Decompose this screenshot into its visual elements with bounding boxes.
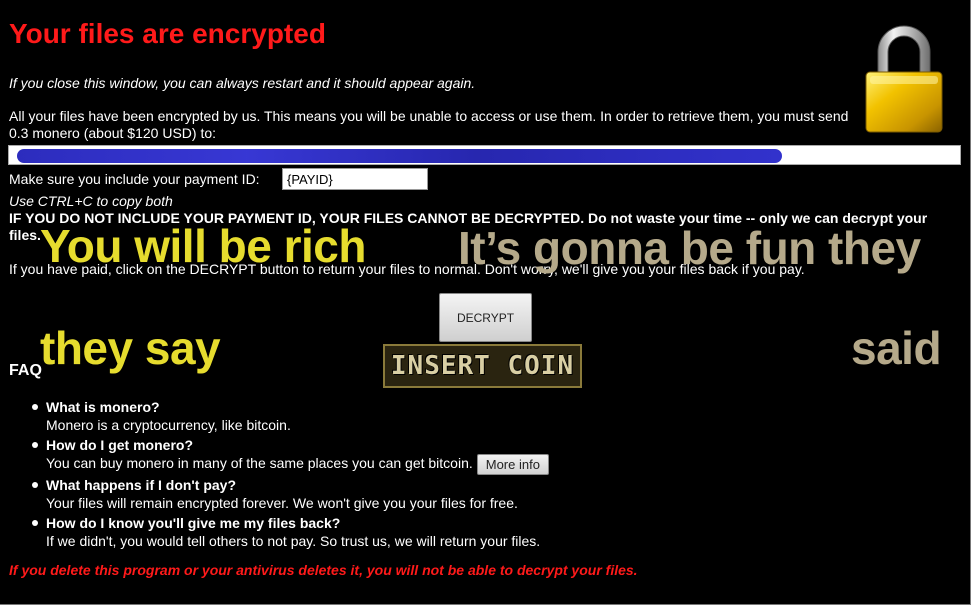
faq-answer: Monero is a cryptocurrency, like bitcoin…: [46, 417, 291, 433]
faq-item: What happens if I don't pay? Your files …: [28, 476, 549, 513]
intro-text: All your files have been encrypted by us…: [9, 108, 849, 141]
meme-caption-line-1: You will be rich: [40, 220, 366, 272]
padlock-icon: [865, 25, 943, 133]
payment-id-field[interactable]: [282, 168, 428, 190]
faq-answer-row: You can buy monero in many of the same p…: [46, 454, 549, 475]
faq-answer: If we didn't, you would tell others to n…: [46, 533, 541, 549]
close-note: If you close this window, you can always…: [9, 75, 476, 91]
faq-item: How do I get monero? You can buy monero …: [28, 436, 549, 475]
faq-item: How do I know you'll give me my files ba…: [28, 514, 549, 551]
decrypt-button[interactable]: DECRYPT: [439, 293, 532, 342]
bullet-icon: [32, 442, 38, 448]
faq-question: What happens if I don't pay?: [46, 477, 236, 493]
meme-caption-line-3: It’s gonna be fun they: [458, 222, 921, 274]
redacted-address-scribble: [17, 149, 782, 163]
wallet-address-field[interactable]: [8, 145, 961, 165]
faq-answer: Your files will remain encrypted forever…: [46, 495, 518, 511]
meme-caption-line-2: they say: [40, 322, 221, 374]
delete-warning: If you delete this program or your antiv…: [9, 562, 638, 578]
payment-id-label: Make sure you include your payment ID:: [9, 171, 260, 187]
faq-heading: FAQ: [9, 362, 42, 379]
faq-question: What is monero?: [46, 399, 160, 415]
insert-coin-banner: INSERT COIN: [383, 344, 582, 388]
faq-question: How do I get monero?: [46, 437, 193, 453]
ransom-window: Your files are encrypted If you close th…: [0, 0, 971, 605]
more-info-button[interactable]: More info: [476, 454, 549, 475]
bullet-icon: [32, 404, 38, 410]
faq-list: What is monero? Monero is a cryptocurren…: [28, 398, 549, 552]
faq-item: What is monero? Monero is a cryptocurren…: [28, 398, 549, 435]
bullet-icon: [32, 482, 38, 488]
bullet-icon: [32, 520, 38, 526]
insert-coin-text: INSERT COIN: [390, 351, 575, 381]
copy-hint: Use CTRL+C to copy both: [9, 193, 173, 209]
meme-caption-line-4: said: [851, 322, 942, 374]
page-title: Your files are encrypted: [9, 18, 326, 49]
faq-answer: You can buy monero in many of the same p…: [46, 455, 473, 472]
faq-question: How do I know you'll give me my files ba…: [46, 515, 341, 531]
